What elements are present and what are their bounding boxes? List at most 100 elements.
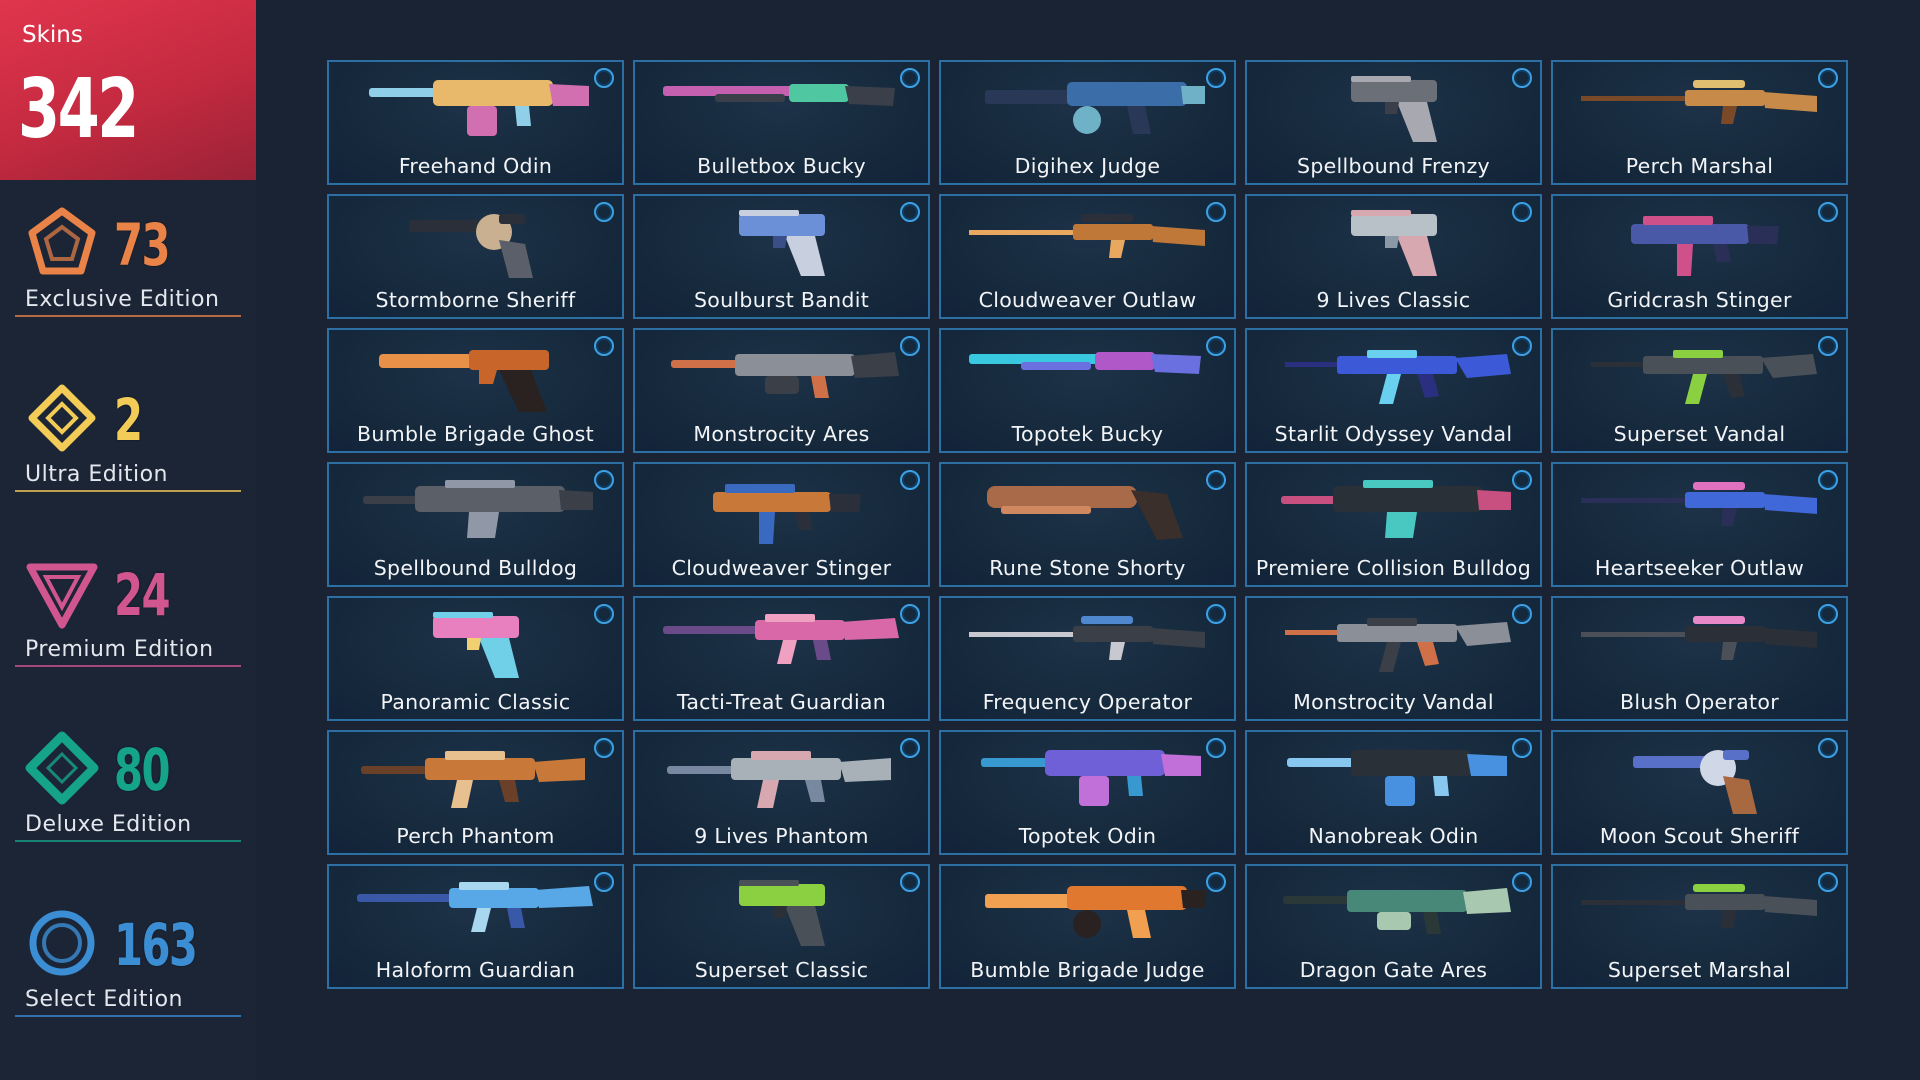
skin-card-superset-vandal[interactable]: Superset Vandal: [1551, 328, 1848, 453]
skin-name: Bulletbox Bucky: [697, 154, 866, 178]
select-edition-badge-icon: [1512, 202, 1532, 222]
select-edition-badge-icon: [1512, 336, 1532, 356]
skin-card-haloform-guardian[interactable]: Haloform Guardian: [327, 864, 624, 989]
bulldog-weapon-icon: [1281, 480, 1511, 538]
smg-weapon-icon: [713, 484, 861, 544]
skin-name: Gridcrash Stinger: [1607, 288, 1792, 312]
edition-count: 80: [114, 736, 170, 804]
skin-name: Moon Scout Sheriff: [1599, 824, 1800, 848]
skin-name: Superset Marshal: [1607, 958, 1792, 982]
skin-card-premiere-collision-bulldog[interactable]: Premiere Collision Bulldog: [1245, 462, 1542, 587]
skin-card-moon-scout-sheriff[interactable]: Moon Scout Sheriff: [1551, 730, 1848, 855]
odin-weapon-icon: [1287, 750, 1507, 806]
shotgun-weapon-icon: [969, 352, 1201, 374]
skin-card-frequency-operator[interactable]: Frequency Operator: [939, 596, 1236, 721]
skin-card-nanobreak-odin[interactable]: Nanobreak Odin: [1245, 730, 1542, 855]
edition-name: Exclusive Edition: [25, 287, 220, 312]
phantom-weapon-icon: [667, 751, 891, 808]
skin-name: Rune Stone Shorty: [989, 556, 1186, 580]
select-edition-badge-icon: [1206, 336, 1226, 356]
select-edition-badge-icon: [900, 336, 920, 356]
select-edition-badge-icon: [594, 738, 614, 758]
sniper-weapon-icon: [1581, 80, 1817, 124]
skin-card-monstrocity-vandal[interactable]: Monstrocity Vandal: [1245, 596, 1542, 721]
select-edition-badge-icon: [594, 604, 614, 624]
skin-card-dragon-gate-ares[interactable]: Dragon Gate Ares: [1245, 864, 1542, 989]
skin-card-panoramic-classic[interactable]: Panoramic Classic: [327, 596, 624, 721]
skin-card-spellbound-bulldog[interactable]: Spellbound Bulldog: [327, 462, 624, 587]
guardian-weapon-icon: [357, 882, 593, 932]
edition-exclusive-edition: 73 Exclusive Edition: [0, 205, 256, 355]
pistol-weapon-icon: [739, 210, 825, 276]
edition-count: 24: [114, 561, 170, 629]
skin-card-9-lives-phantom[interactable]: 9 Lives Phantom: [633, 730, 930, 855]
select-edition-badge-icon: [1512, 872, 1532, 892]
total-skins-count: 342: [18, 62, 139, 157]
sniper-weapon-icon: [969, 616, 1205, 660]
skin-name: Tacti-Treat Guardian: [676, 690, 887, 714]
skin-card-starlit-odyssey-vandal[interactable]: Starlit Odyssey Vandal: [1245, 328, 1542, 453]
skin-card-bumble-brigade-judge[interactable]: Bumble Brigade Judge: [939, 864, 1236, 989]
total-skins-panel: Skins 342: [0, 0, 256, 180]
skin-name: Superset Classic: [694, 958, 869, 982]
skin-card-heartseeker-outlaw[interactable]: Heartseeker Outlaw: [1551, 462, 1848, 587]
skin-name: Cloudweaver Outlaw: [978, 288, 1197, 312]
select-edition-badge-icon: [900, 202, 920, 222]
skin-card-bulletbox-bucky[interactable]: Bulletbox Bucky: [633, 60, 930, 185]
skin-card-gridcrash-stinger[interactable]: Gridcrash Stinger: [1551, 194, 1848, 319]
pistol-weapon-icon: [1351, 76, 1437, 142]
skin-card-bumble-brigade-ghost[interactable]: Bumble Brigade Ghost: [327, 328, 624, 453]
edition-divider: [15, 840, 241, 842]
skin-card-rune-stone-shorty[interactable]: Rune Stone Shorty: [939, 462, 1236, 587]
select-edition-badge-icon: [1206, 202, 1226, 222]
pistol-weapon-icon: [433, 612, 519, 678]
skin-card-tacti-treat-guardian[interactable]: Tacti-Treat Guardian: [633, 596, 930, 721]
skin-card-topotek-bucky[interactable]: Topotek Bucky: [939, 328, 1236, 453]
edition-divider: [15, 315, 241, 317]
skin-card-digihex-judge[interactable]: Digihex Judge: [939, 60, 1236, 185]
deluxe-edition-diamond-icon: [24, 730, 100, 806]
skin-card-superset-marshal[interactable]: Superset Marshal: [1551, 864, 1848, 989]
edition-count: 163: [114, 911, 198, 979]
skin-card-9-lives-classic[interactable]: 9 Lives Classic: [1245, 194, 1542, 319]
skin-card-perch-phantom[interactable]: Perch Phantom: [327, 730, 624, 855]
skin-card-superset-classic[interactable]: Superset Classic: [633, 864, 930, 989]
skin-name: Bumble Brigade Judge: [970, 958, 1205, 982]
premium-edition-triangle-icon: [24, 555, 100, 631]
edition-ultra-edition: 2 Ultra Edition: [0, 380, 256, 530]
skin-card-stormborne-sheriff[interactable]: Stormborne Sheriff: [327, 194, 624, 319]
skin-name: Monstrocity Vandal: [1293, 690, 1494, 714]
skin-name: 9 Lives Classic: [1316, 288, 1471, 312]
skin-card-soulburst-bandit[interactable]: Soulburst Bandit: [633, 194, 930, 319]
select-edition-badge-icon: [594, 470, 614, 490]
skin-card-topotek-odin[interactable]: Topotek Odin: [939, 730, 1236, 855]
skin-card-cloudweaver-outlaw[interactable]: Cloudweaver Outlaw: [939, 194, 1236, 319]
select-edition-badge-icon: [1818, 202, 1838, 222]
edition-select-edition: 163 Select Edition: [0, 905, 256, 1055]
skin-name: Cloudweaver Stinger: [671, 556, 892, 580]
skin-grid: Freehand Odin Bulletbox Bucky Digihex Ju…: [327, 60, 1848, 989]
rifle-weapon-icon: [1285, 350, 1511, 404]
skin-card-perch-marshal[interactable]: Perch Marshal: [1551, 60, 1848, 185]
ultra-edition-diamond-icon: [24, 380, 100, 456]
skin-name: Perch Marshal: [1625, 154, 1774, 178]
select-edition-badge-icon: [1818, 738, 1838, 758]
skin-card-blush-operator[interactable]: Blush Operator: [1551, 596, 1848, 721]
skin-card-spellbound-frenzy[interactable]: Spellbound Frenzy: [1245, 60, 1542, 185]
skin-name: Blush Operator: [1620, 690, 1779, 714]
select-edition-badge-icon: [1818, 68, 1838, 88]
skin-name: Monstrocity Ares: [693, 422, 870, 446]
skin-card-cloudweaver-stinger[interactable]: Cloudweaver Stinger: [633, 462, 930, 587]
skin-name: Spellbound Frenzy: [1297, 154, 1490, 178]
select-edition-badge-icon: [1512, 470, 1532, 490]
skin-card-freehand-odin[interactable]: Freehand Odin: [327, 60, 624, 185]
edition-name: Select Edition: [25, 987, 183, 1012]
phantom-weapon-icon: [361, 751, 585, 808]
skin-name: Frequency Operator: [982, 690, 1193, 714]
judge-weapon-icon: [985, 82, 1205, 134]
shorty-weapon-icon: [987, 486, 1183, 540]
skin-name: Premiere Collision Bulldog: [1255, 556, 1532, 580]
skin-name: Starlit Odyssey Vandal: [1274, 422, 1513, 446]
skin-card-monstrocity-ares[interactable]: Monstrocity Ares: [633, 328, 930, 453]
bulldog-weapon-icon: [363, 480, 593, 538]
